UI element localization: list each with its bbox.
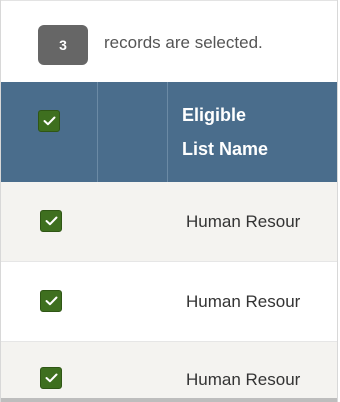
checkmark-icon bbox=[45, 296, 58, 306]
row-checkbox[interactable] bbox=[40, 290, 62, 312]
eligible-list-name-column-header[interactable]: Eligible List Name bbox=[168, 82, 337, 182]
selected-count-badge: 3 bbox=[38, 25, 88, 65]
table-row[interactable]: Human Resour bbox=[1, 342, 337, 402]
checkmark-icon bbox=[45, 373, 58, 383]
table-row[interactable]: Human Resour bbox=[1, 262, 337, 342]
header-label-line1: Eligible bbox=[182, 105, 247, 125]
eligible-list-name-cell: Human Resour bbox=[186, 370, 301, 389]
selection-summary-bar: 3 records are selected. bbox=[1, 0, 337, 82]
grid-header-row: Eligible List Name bbox=[1, 82, 337, 182]
eligible-list-name-cell: Human Resour bbox=[186, 212, 301, 231]
horizontal-scrollbar[interactable] bbox=[1, 398, 337, 402]
select-all-checkbox[interactable] bbox=[38, 110, 60, 132]
blank-column-header bbox=[98, 82, 168, 182]
row-checkbox[interactable] bbox=[40, 367, 62, 389]
select-all-column-header bbox=[1, 82, 98, 182]
grid-panel: 3 records are selected. Eligible List Na… bbox=[0, 0, 338, 402]
eligible-list-name-header-label: Eligible List Name bbox=[182, 98, 268, 166]
eligible-list-name-cell: Human Resour bbox=[186, 292, 301, 311]
checkmark-icon bbox=[43, 116, 56, 126]
table-row[interactable]: Human Resour bbox=[1, 182, 337, 262]
checkmark-icon bbox=[45, 216, 58, 226]
header-label-line2: List Name bbox=[182, 139, 269, 159]
selection-message: records are selected. bbox=[104, 33, 263, 52]
row-checkbox[interactable] bbox=[40, 210, 62, 232]
